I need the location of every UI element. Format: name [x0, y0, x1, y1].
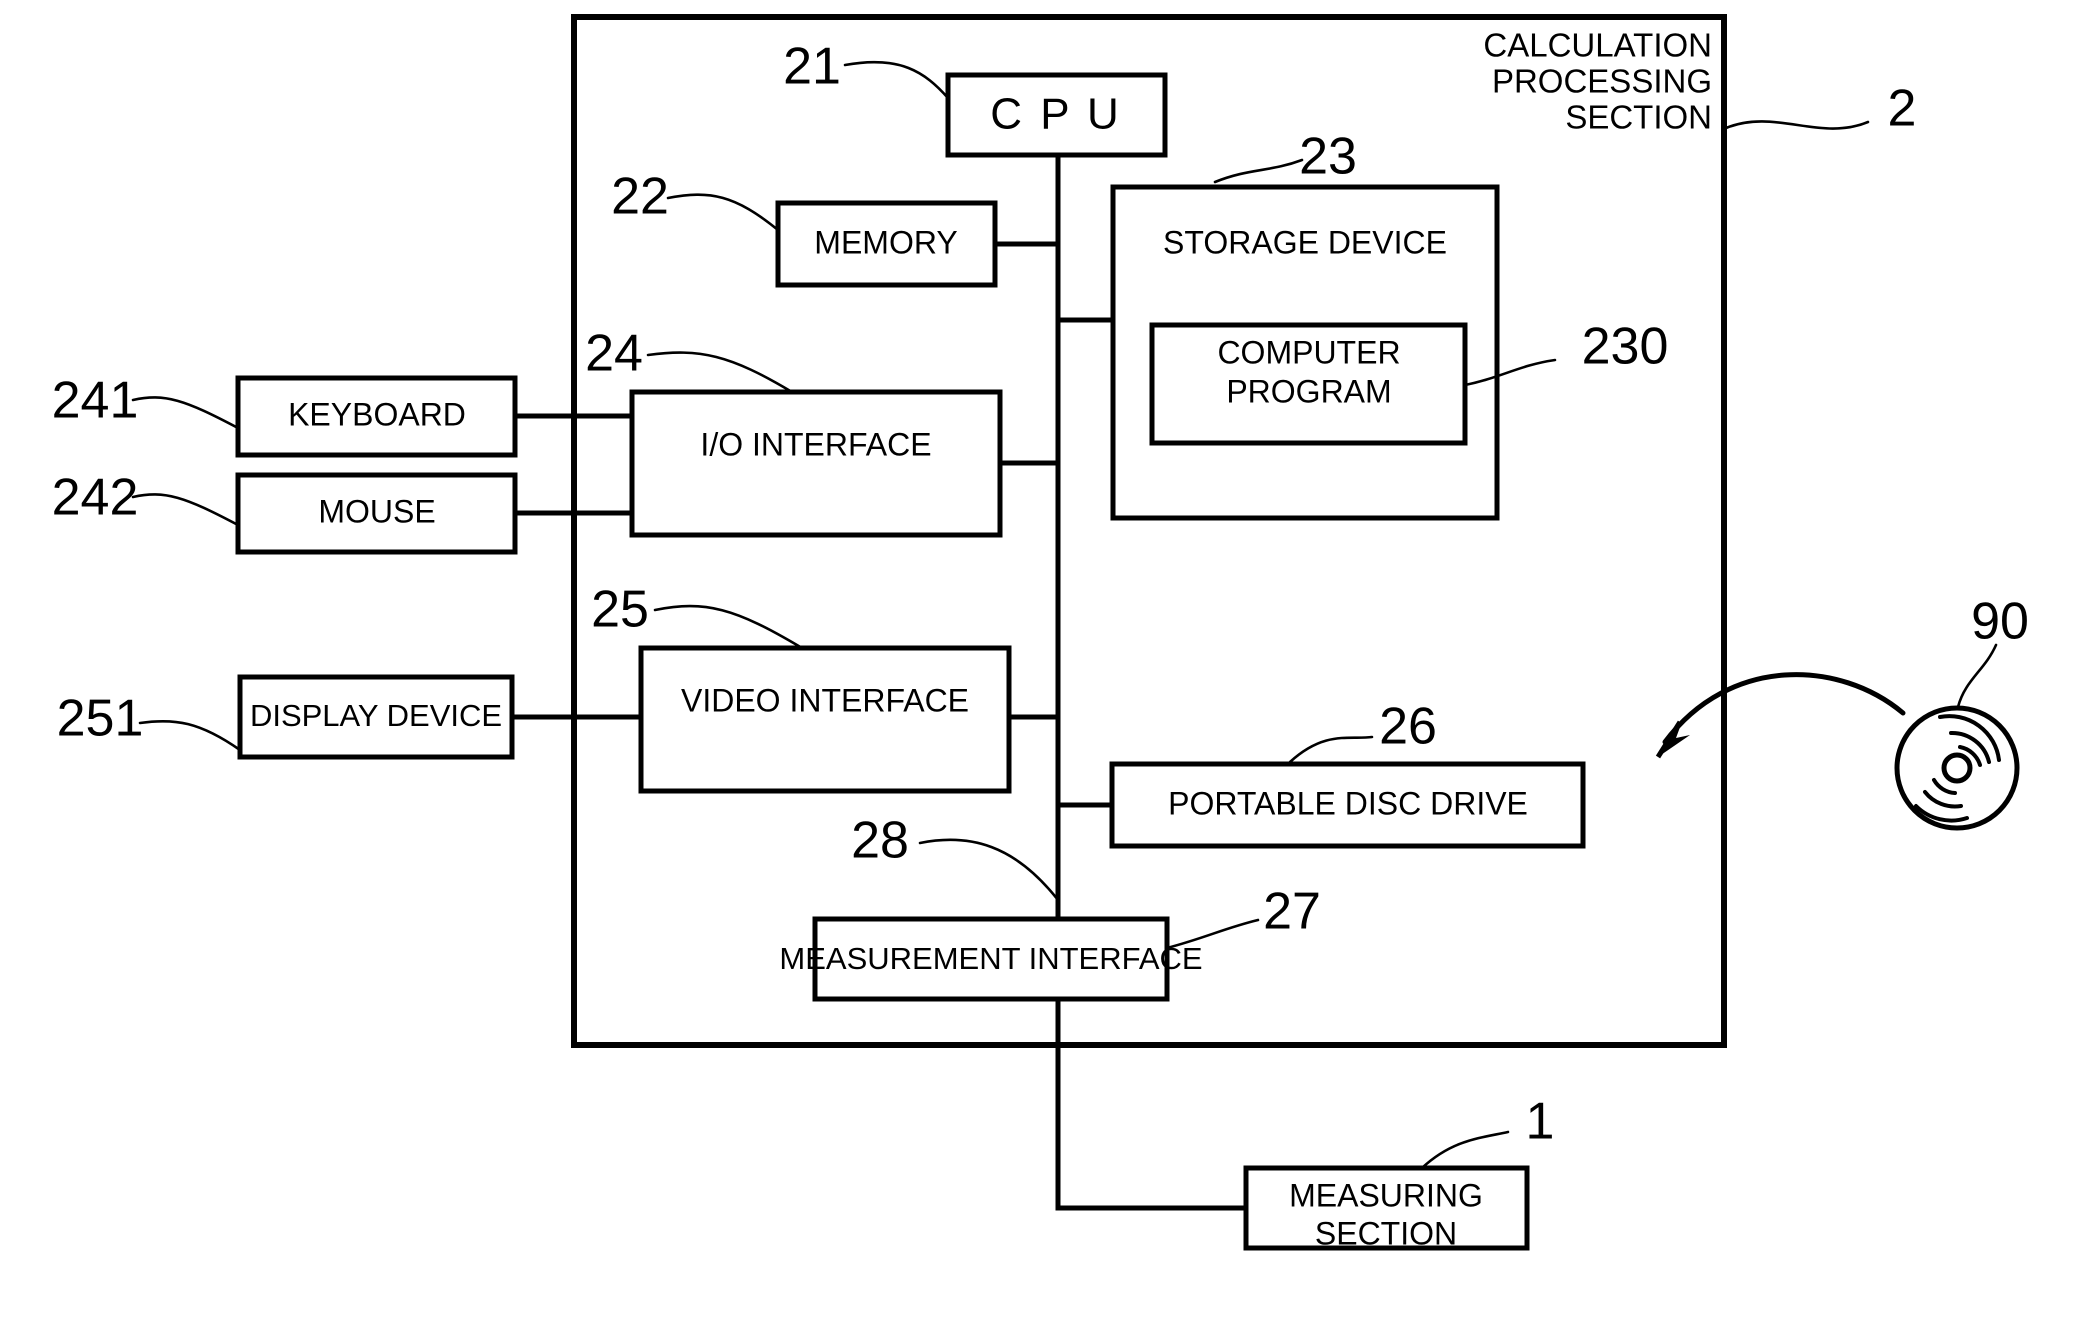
block-portable-disc-drive-label: PORTABLE DISC DRIVE — [1168, 785, 1528, 821]
leader-measurement-interface — [1165, 918, 1260, 950]
leader-enclosure — [1724, 120, 1870, 130]
ref-21: 21 — [783, 38, 841, 96]
diagram-canvas: C P U 21 MEMORY 22 STORAGE DEVICE 23 COM… — [0, 0, 2099, 1333]
leader-io-interface — [646, 351, 794, 394]
leader-keyboard — [131, 396, 240, 430]
wire-measurement-to-measuring-section — [1055, 999, 1246, 1211]
ref-28: 28 — [851, 812, 909, 870]
block-measuring-section-label-line2: SECTION — [1315, 1215, 1457, 1251]
enclosure-label-line2: PROCESSING — [1492, 63, 1712, 100]
leader-measuring-section — [1420, 1130, 1510, 1170]
leader-cpu — [843, 60, 950, 100]
block-cpu-label: C P U — [990, 90, 1122, 139]
leader-mouse — [131, 493, 240, 527]
enclosure-label-line1: CALCULATION — [1483, 27, 1712, 64]
disc-insert-arrow-curve — [1662, 672, 1906, 745]
block-video-interface-label: VIDEO INTERFACE — [681, 682, 969, 718]
block-keyboard-label: KEYBOARD — [288, 396, 466, 432]
ref-22: 22 — [611, 168, 669, 226]
ref-251: 251 — [57, 690, 144, 748]
block-computer-program-label-line1: COMPUTER — [1217, 334, 1400, 370]
ref-1: 1 — [1526, 1093, 1555, 1151]
leader-system-bus — [918, 838, 1060, 902]
disc-insert-arrow — [1655, 672, 1906, 759]
ref-242: 242 — [52, 469, 139, 527]
ref-241: 241 — [52, 372, 139, 430]
block-io-interface[interactable] — [629, 389, 1003, 538]
block-display-device-label: DISPLAY DEVICE — [250, 698, 502, 733]
block-io-interface-label: I/O INTERFACE — [700, 426, 931, 462]
leader-display-device — [138, 719, 242, 752]
block-measuring-section-label-line1: MEASURING — [1289, 1177, 1483, 1213]
ref-23: 23 — [1299, 128, 1357, 186]
ref-230: 230 — [1582, 318, 1669, 376]
ref-90: 90 — [1971, 593, 2029, 651]
leader-storage-device — [1213, 158, 1304, 184]
portable-disc-hub — [1941, 752, 1973, 784]
ref-26: 26 — [1379, 698, 1437, 756]
block-storage-device-label: STORAGE DEVICE — [1163, 224, 1447, 260]
block-measurement-interface-label: MEASUREMENT INTERFACE — [779, 941, 1202, 976]
block-computer-program-label-line2: PROGRAM — [1226, 373, 1391, 409]
enclosure-label-line3: SECTION — [1565, 99, 1712, 136]
leader-memory — [666, 193, 780, 232]
block-video-interface[interactable] — [638, 645, 1012, 794]
leader-portable-disc — [1956, 643, 1998, 709]
leader-video-interface — [653, 604, 804, 650]
ref-2: 2 — [1888, 80, 1917, 138]
block-memory-label: MEMORY — [814, 224, 957, 260]
ref-25: 25 — [591, 581, 649, 639]
ref-24: 24 — [585, 325, 643, 383]
block-mouse-label: MOUSE — [318, 493, 435, 529]
leader-portable-disc-drive — [1288, 735, 1374, 764]
portable-disc — [1894, 705, 2020, 831]
block-diagram: C P U 21 MEMORY 22 STORAGE DEVICE 23 COM… — [52, 14, 2029, 1251]
ref-27: 27 — [1263, 883, 1321, 941]
